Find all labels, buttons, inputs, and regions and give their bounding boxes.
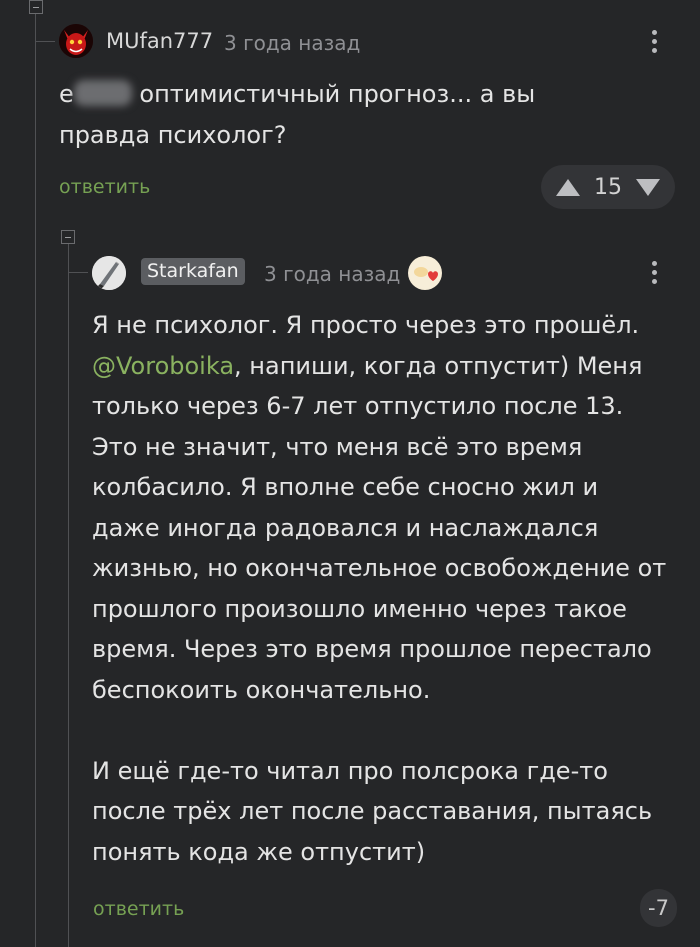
user-mention-link[interactable]: @Voroboika — [92, 352, 234, 380]
collapse-icon[interactable] — [29, 0, 43, 14]
knife-avatar-image — [92, 256, 126, 290]
more-vertical-icon[interactable] — [652, 261, 658, 289]
thread-branch-2 — [68, 272, 88, 273]
comment-author[interactable]: Starkafan — [141, 258, 245, 285]
thread-line-inner — [68, 240, 69, 947]
devil-avatar-image — [59, 24, 93, 58]
thread-branch-1 — [35, 41, 55, 42]
avatar[interactable] — [92, 256, 126, 290]
upvote-triangle-icon[interactable] — [556, 178, 580, 196]
comment-body: Я не психолог. Я просто через это прошёл… — [92, 305, 672, 872]
comment-text-after: оптимистичный прогноз... а вы — [139, 80, 536, 108]
comment-paragraph-1: Я не психолог. Я просто через это прошёл… — [92, 305, 672, 710]
comment-text-start: Я не психолог. Я просто через это прошёл… — [92, 311, 640, 339]
comment-timestamp[interactable]: 3 года назад — [264, 262, 400, 286]
rating-control: 15 — [541, 165, 675, 209]
comment-thread: MUfan777 3 года назад е оптимистичный пр… — [0, 0, 700, 947]
comment-text-line2: правда психолог? — [59, 120, 287, 149]
comment-body: е оптимистичный прогноз... а вы правда п… — [59, 74, 659, 155]
comment-timestamp[interactable]: 3 года назад — [224, 31, 360, 55]
more-vertical-icon[interactable] — [652, 30, 658, 58]
comment-author[interactable]: MUfan777 — [106, 29, 213, 53]
award-heart-graphic — [409, 257, 441, 289]
comment-text-start: е — [59, 80, 74, 108]
downvote-triangle-icon[interactable] — [636, 178, 660, 196]
reply-button[interactable]: ответить — [93, 898, 184, 920]
thread-line-outer — [35, 0, 36, 947]
rating-value: -7 — [640, 889, 677, 927]
comment-text-rest: , напиши, когда отпустит) Меня только че… — [92, 351, 667, 704]
avatar[interactable] — [59, 24, 93, 58]
rating-value: 15 — [594, 174, 622, 200]
reply-button[interactable]: ответить — [59, 176, 150, 198]
award-heart-icon[interactable] — [408, 256, 442, 290]
collapse-icon[interactable] — [61, 230, 75, 244]
comment-paragraph-2: И ещё где-то читал про полсрока где-то п… — [92, 756, 653, 866]
censored-blur — [73, 80, 132, 106]
